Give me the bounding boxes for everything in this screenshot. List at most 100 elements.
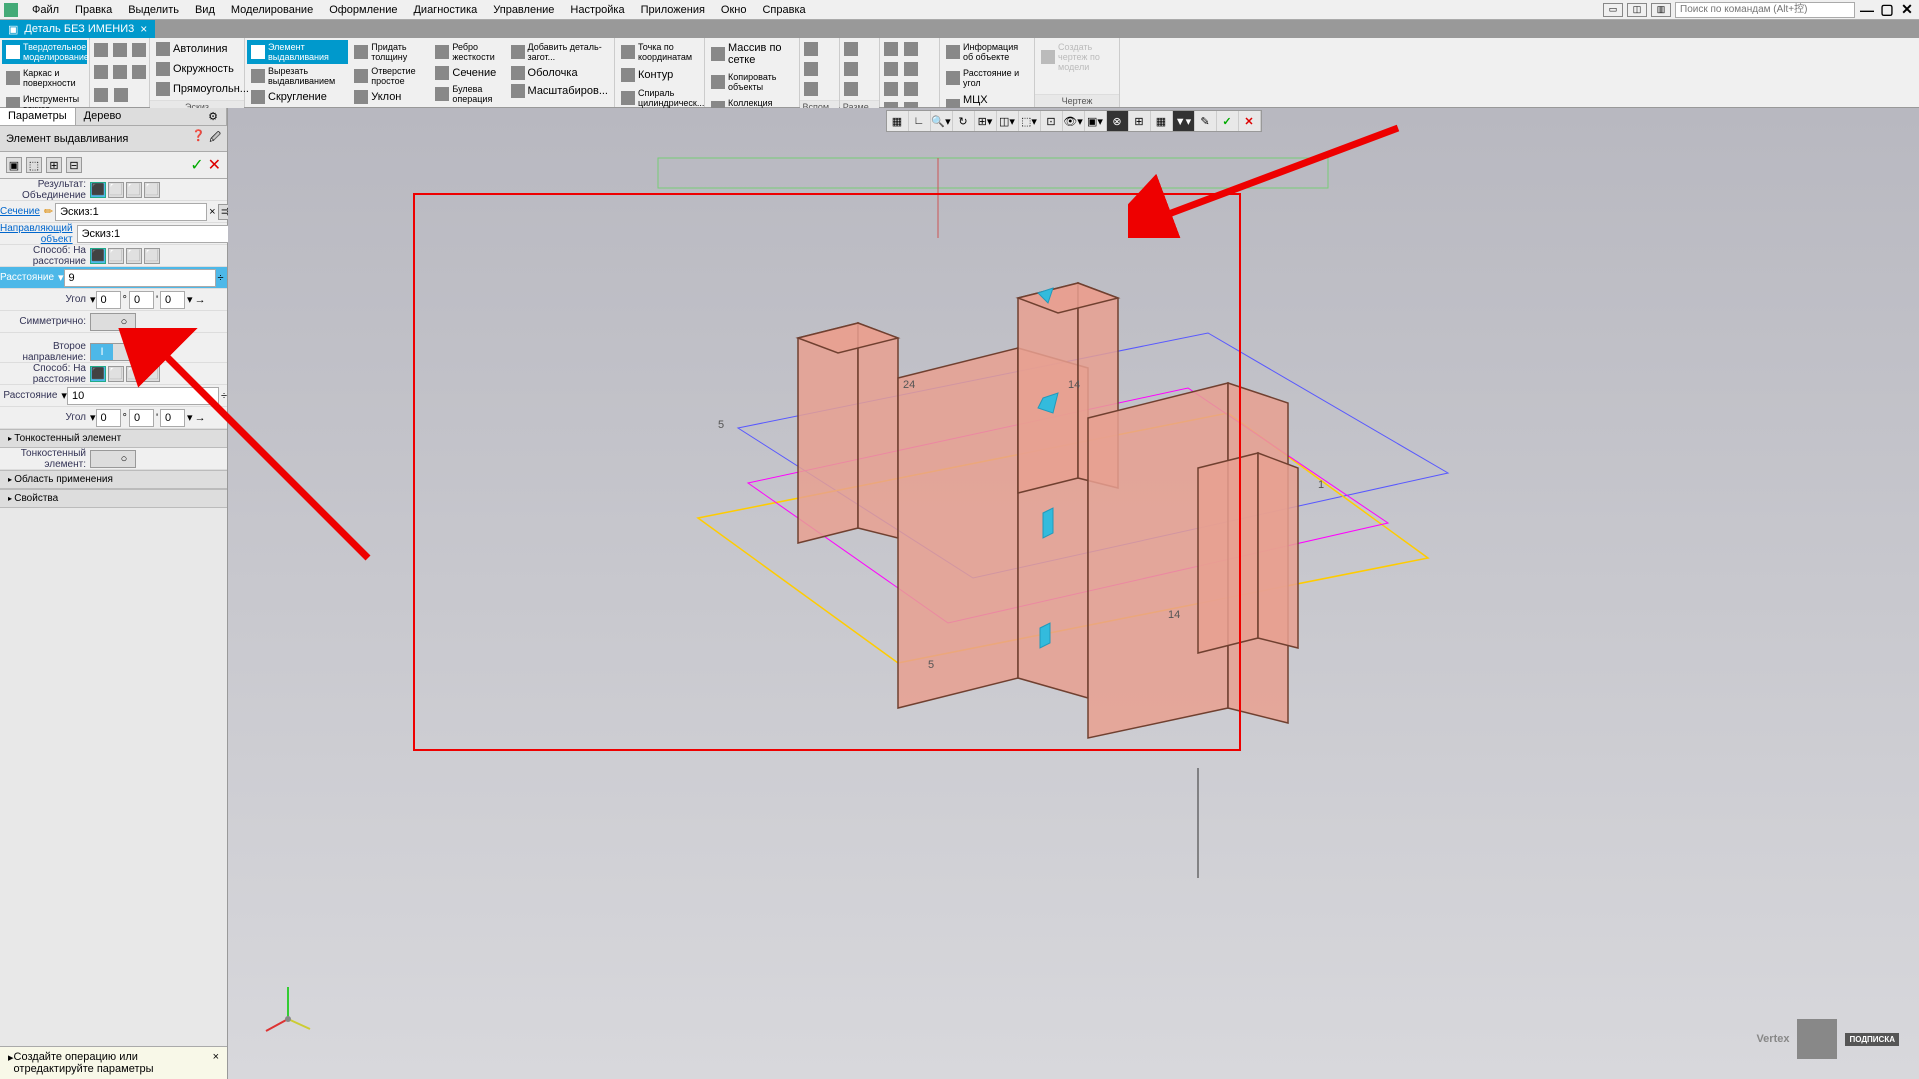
circle-button[interactable]: Окружность (152, 60, 242, 78)
tab-close-icon[interactable]: × (140, 22, 147, 36)
undo-button[interactable] (92, 86, 110, 104)
clear-icon[interactable]: × (209, 206, 215, 218)
menu-diagnostics[interactable]: Диагностика (405, 4, 485, 16)
aux-btn-2[interactable] (802, 60, 820, 78)
view-btn[interactable]: ◫▾ (997, 111, 1019, 131)
view-btn[interactable]: ⊗ (1107, 111, 1129, 131)
section-button[interactable]: Сечение (431, 64, 504, 82)
direction-icon[interactable]: → (195, 412, 206, 424)
layout-btn-2[interactable]: ◫ (1627, 3, 1647, 17)
section-input[interactable] (55, 203, 207, 221)
redo-button[interactable] (112, 86, 130, 104)
point-coord-button[interactable]: Точка по координатам (617, 40, 702, 64)
settings-icon[interactable]: 🖉 (209, 129, 221, 148)
menu-window[interactable]: Окно (713, 4, 755, 16)
cancel-icon[interactable]: ✕ (208, 155, 221, 175)
view-btn[interactable]: 👁▾ (1063, 111, 1085, 131)
spinner-icon[interactable]: ÷ (218, 272, 224, 284)
apply-icon[interactable]: ✓ (190, 155, 203, 175)
create-drawing-button[interactable]: Создать чертеж по модели (1037, 40, 1117, 74)
guide-label[interactable]: Направляющий объект (0, 223, 77, 245)
param-mode-3[interactable]: ⊞ (46, 157, 62, 173)
zoom-btn[interactable]: 🔍▾ (931, 111, 953, 131)
parameters-tab[interactable]: Параметры (0, 108, 76, 125)
result-opt-4[interactable]: ⬜ (144, 182, 160, 198)
symmetric-toggle[interactable]: ○ (90, 313, 136, 331)
view-btn[interactable]: ⊞▾ (975, 111, 997, 131)
menu-apps[interactable]: Приложения (633, 4, 713, 16)
hint-close-icon[interactable]: × (213, 1051, 219, 1075)
menu-file[interactable]: Файл (24, 4, 67, 16)
cut-extrude-button[interactable]: Вырезать выдавливанием (247, 64, 348, 88)
section-label[interactable]: Сечение (0, 206, 44, 217)
aux-btn-1[interactable] (802, 40, 820, 58)
thin-elem-toggle[interactable]: ○ (90, 450, 136, 468)
view-btn[interactable]: ⊞ (1129, 111, 1151, 131)
angle-deg-input[interactable] (96, 291, 121, 309)
open-button[interactable] (111, 41, 128, 59)
document-tab[interactable]: ▣ Деталь БЕЗ ИМЕНИ3 × (0, 20, 155, 38)
3d-viewport[interactable]: ▦ ∟ 🔍▾ ↻ ⊞▾ ◫▾ ⬚▾ ⊡ 👁▾ ▣▾ ⊗ ⊞ ▦ ▼▾ ✎ ✓ ✕ (228, 108, 1919, 1079)
add-part-button[interactable]: Добавить деталь-загот... (507, 40, 612, 64)
param-mode-2[interactable]: ⬚ (26, 157, 42, 173)
method2-opt-3[interactable]: ⬜ (126, 366, 142, 382)
method2-opt-4[interactable]: ⬜ (144, 366, 160, 382)
scope-section[interactable]: Область применения (0, 470, 227, 489)
contour-button[interactable]: Контур (617, 66, 702, 84)
menu-settings[interactable]: Настройка (562, 4, 632, 16)
annot-btn[interactable] (902, 40, 920, 58)
properties-section[interactable]: Свойства (0, 489, 227, 508)
command-search-input[interactable] (1675, 2, 1855, 18)
dim-btn-2[interactable] (842, 60, 860, 78)
draft-button[interactable]: Уклон (350, 88, 429, 106)
thin-wall-section[interactable]: Тонкостенный элемент (0, 429, 227, 448)
method2-distance-btn[interactable]: ⬛ (90, 366, 106, 382)
angle-sec-input[interactable] (160, 291, 185, 309)
copy-objects-button[interactable]: Копировать объекты (707, 70, 797, 94)
solid-modeling-button[interactable]: Твердотельное моделирование (2, 40, 87, 64)
filter-btn[interactable]: ▼▾ (1173, 111, 1195, 131)
menu-help[interactable]: Справка (754, 4, 813, 16)
thicken-button[interactable]: Придать толщину (350, 40, 429, 64)
dim-btn-3[interactable] (842, 80, 860, 98)
dim-btn-1[interactable] (842, 40, 860, 58)
print-button[interactable] (92, 63, 109, 81)
view-btn[interactable]: ⊡ (1041, 111, 1063, 131)
menu-format[interactable]: Оформление (321, 4, 405, 16)
menu-edit[interactable]: Правка (67, 4, 120, 16)
view-btn[interactable]: ▦ (887, 111, 909, 131)
annot-btn[interactable] (902, 60, 920, 78)
menu-modeling[interactable]: Моделирование (223, 4, 321, 16)
view-btn[interactable]: ∟ (909, 111, 931, 131)
menu-manage[interactable]: Управление (485, 4, 562, 16)
layout-btn-1[interactable]: ▭ (1603, 3, 1623, 17)
layout-btn-3[interactable]: ▥ (1651, 3, 1671, 17)
param-mode-1[interactable]: ▣ (6, 157, 22, 173)
aux-btn-3[interactable] (802, 80, 820, 98)
angle2-deg-input[interactable] (96, 409, 121, 427)
close-button[interactable]: ✕ (1899, 3, 1915, 17)
gear-icon[interactable]: ⚙ (208, 110, 218, 123)
help-icon[interactable]: ❓ (192, 129, 206, 148)
save-button[interactable] (130, 41, 147, 59)
view-btn[interactable]: ▣▾ (1085, 111, 1107, 131)
hole-button[interactable]: Отверстие простое (350, 64, 429, 88)
wireframe-button[interactable]: Каркас и поверхности (2, 66, 87, 90)
new-button[interactable] (92, 41, 109, 59)
extrude-button[interactable]: Элемент выдавливания (247, 40, 348, 64)
edit-btn[interactable]: ✎ (1195, 111, 1217, 131)
annot-btn[interactable] (902, 80, 920, 98)
annot-btn[interactable] (882, 80, 900, 98)
guide-input[interactable] (77, 225, 229, 243)
object-info-button[interactable]: Информация об объекте (942, 40, 1032, 64)
angle-min-input[interactable] (129, 291, 154, 309)
rib-button[interactable]: Ребро жесткости (431, 40, 504, 64)
second-direction-toggle[interactable]: I (90, 343, 136, 361)
view-btn[interactable]: ▦ (1151, 111, 1173, 131)
method-opt-2[interactable]: ⬜ (108, 248, 124, 264)
spiral-button[interactable]: Спираль цилиндрическ... (617, 86, 702, 110)
preview-button[interactable] (111, 63, 128, 81)
angle2-sec-input[interactable] (160, 409, 185, 427)
scale-button[interactable]: Масштабиров... (507, 82, 612, 100)
spinner-icon[interactable]: ÷ (221, 390, 227, 402)
